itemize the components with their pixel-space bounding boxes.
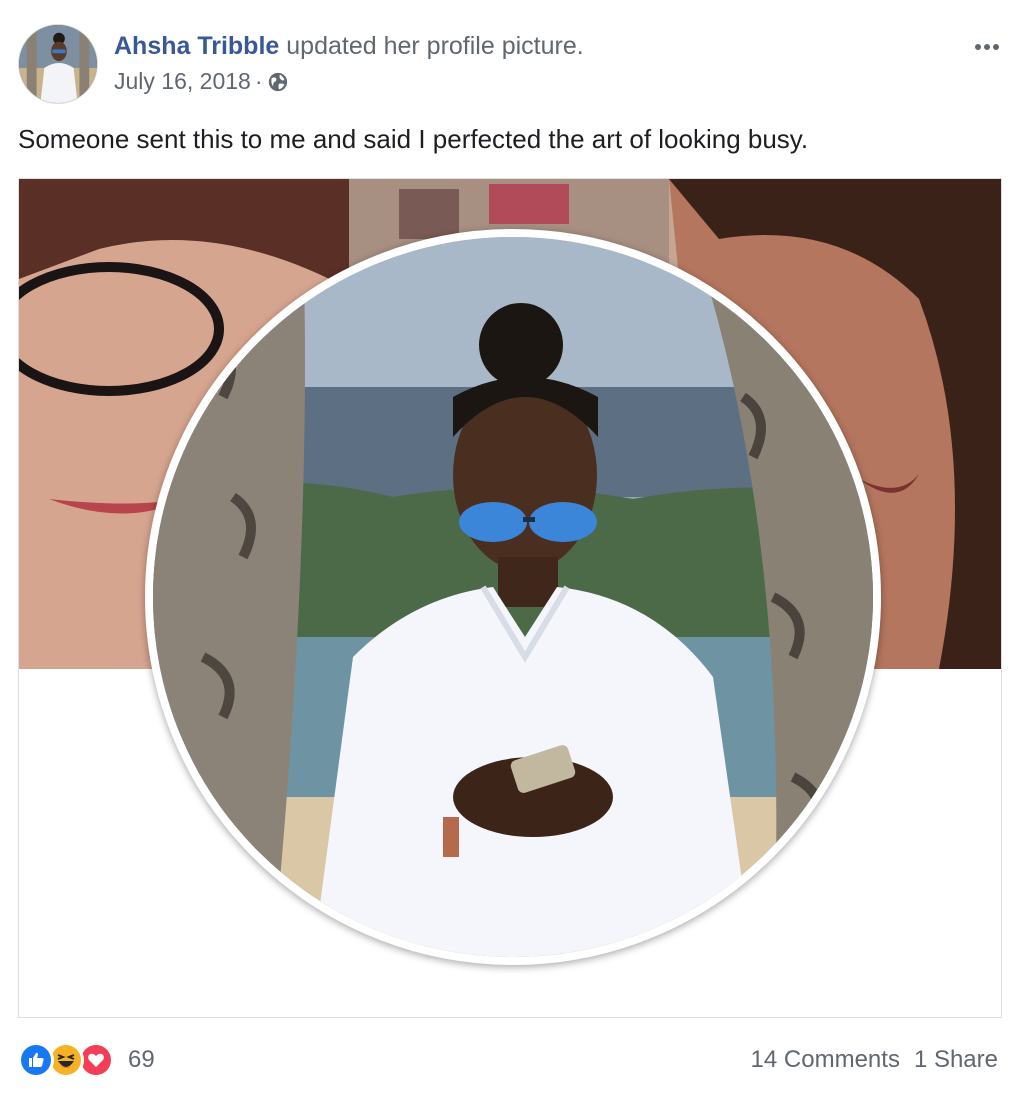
post-header: Ahsha Tribble updated her profile pictur… (18, 24, 1000, 104)
post-title-line: Ahsha Tribble updated her profile pictur… (114, 30, 584, 62)
shares-count-link[interactable]: 1 Share (914, 1046, 998, 1074)
profile-picture[interactable] (145, 229, 881, 965)
post-action-text: updated her profile picture. (286, 32, 584, 60)
globe-icon[interactable] (267, 70, 289, 92)
post-footer: 69 14 Comments 1 Share (18, 1038, 998, 1082)
reaction-count[interactable]: 69 (128, 1046, 155, 1074)
reactions-summary[interactable]: 69 (18, 1042, 155, 1078)
author-avatar[interactable] (18, 24, 98, 104)
avatar-photo (19, 25, 97, 103)
like-reaction-icon (18, 1042, 54, 1078)
author-name-link[interactable]: Ahsha Tribble (114, 32, 279, 60)
post-media[interactable] (18, 178, 1002, 1018)
post-meta: July 16, 2018 · (114, 66, 584, 96)
comments-count-link[interactable]: 14 Comments (751, 1046, 900, 1074)
meta-separator: · (254, 68, 263, 94)
post-timestamp[interactable]: July 16, 2018 (114, 66, 251, 96)
profile-picture-image (153, 237, 873, 957)
post-caption: Someone sent this to me and said I perfe… (18, 124, 809, 154)
more-options-icon[interactable] (973, 30, 1000, 56)
post-header-text: Ahsha Tribble updated her profile pictur… (114, 30, 584, 96)
engagement-links: 14 Comments 1 Share (751, 1046, 998, 1074)
